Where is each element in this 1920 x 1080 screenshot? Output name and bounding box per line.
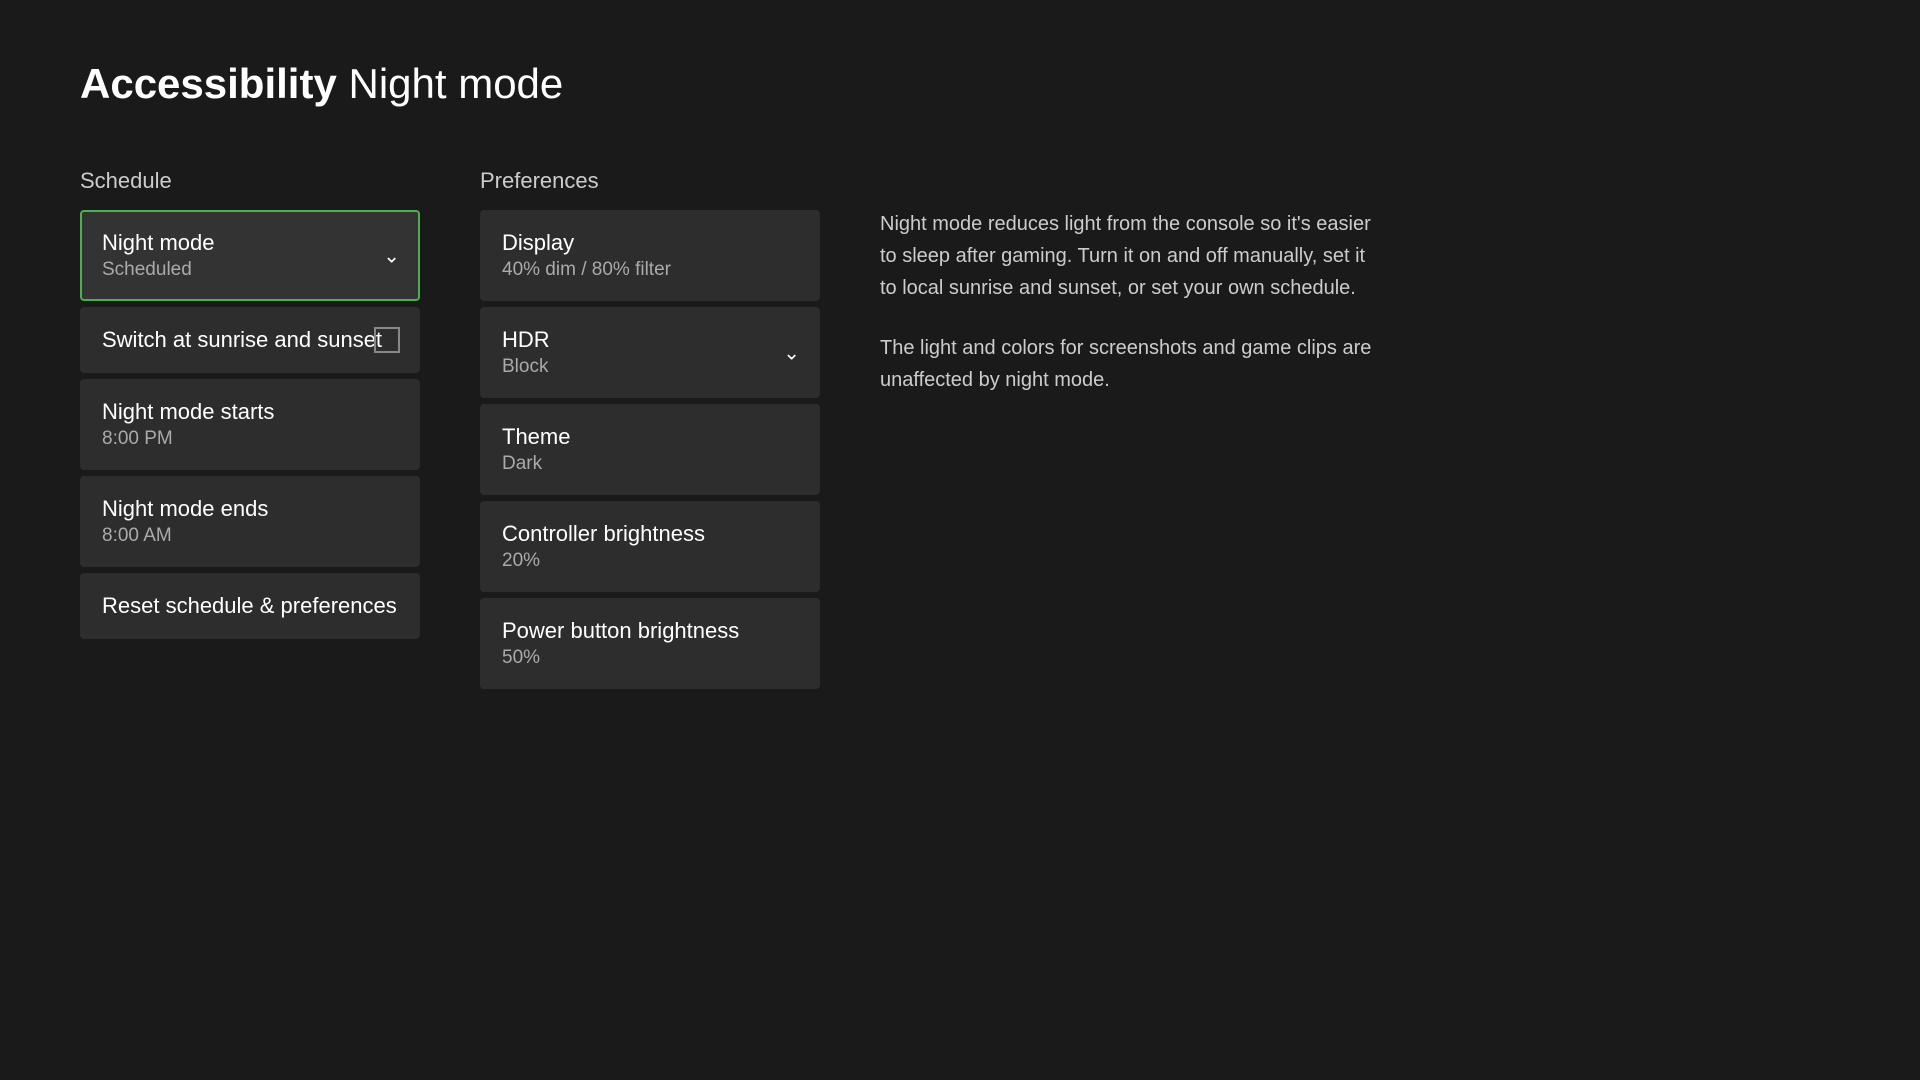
schedule-item-ends[interactable]: Night mode ends 8:00 AM bbox=[80, 476, 420, 567]
info-paragraph-1: Night mode reduces light from the consol… bbox=[880, 208, 1380, 304]
info-paragraph-2: The light and colors for screenshots and… bbox=[880, 332, 1380, 396]
theme-title: Theme bbox=[502, 424, 798, 450]
page-container: Accessibility Night mode Schedule Night … bbox=[0, 0, 1920, 1080]
night-mode-title: Night mode bbox=[102, 230, 398, 256]
sunrise-title: Switch at sunrise and sunset bbox=[102, 327, 382, 353]
content-area: Schedule Night mode Scheduled ⌄ Switch a… bbox=[80, 168, 1840, 695]
page-title-suffix: Night mode bbox=[348, 60, 563, 107]
schedule-item-night-mode[interactable]: Night mode Scheduled ⌄ bbox=[80, 210, 420, 301]
theme-subtitle: Dark bbox=[502, 453, 798, 475]
schedule-item-sunrise[interactable]: Switch at sunrise and sunset bbox=[80, 307, 420, 373]
schedule-column: Schedule Night mode Scheduled ⌄ Switch a… bbox=[80, 168, 420, 645]
hdr-chevron-icon: ⌄ bbox=[783, 340, 800, 365]
controller-brightness-subtitle: 20% bbox=[502, 550, 798, 572]
hdr-subtitle: Block bbox=[502, 356, 798, 378]
sunrise-checkbox[interactable] bbox=[374, 327, 400, 353]
preferences-item-theme[interactable]: Theme Dark bbox=[480, 404, 820, 495]
power-brightness-title: Power button brightness bbox=[502, 618, 798, 644]
schedule-header: Schedule bbox=[80, 168, 420, 194]
preferences-item-display[interactable]: Display 40% dim / 80% filter bbox=[480, 210, 820, 301]
starts-subtitle: 8:00 PM bbox=[102, 428, 398, 450]
power-brightness-subtitle: 50% bbox=[502, 647, 798, 669]
ends-title: Night mode ends bbox=[102, 496, 398, 522]
schedule-item-starts[interactable]: Night mode starts 8:00 PM bbox=[80, 379, 420, 470]
display-subtitle: 40% dim / 80% filter bbox=[502, 259, 798, 281]
preferences-item-power-brightness[interactable]: Power button brightness 50% bbox=[480, 598, 820, 689]
night-mode-subtitle: Scheduled bbox=[102, 259, 398, 281]
starts-title: Night mode starts bbox=[102, 399, 398, 425]
preferences-header: Preferences bbox=[480, 168, 820, 194]
preferences-column: Preferences Display 40% dim / 80% filter… bbox=[480, 168, 820, 695]
ends-subtitle: 8:00 AM bbox=[102, 525, 398, 547]
hdr-title: HDR bbox=[502, 327, 798, 353]
page-title: Accessibility Night mode bbox=[80, 60, 1840, 108]
schedule-item-reset[interactable]: Reset schedule & preferences bbox=[80, 573, 420, 639]
info-column: Night mode reduces light from the consol… bbox=[880, 168, 1380, 424]
preferences-item-controller-brightness[interactable]: Controller brightness 20% bbox=[480, 501, 820, 592]
night-mode-chevron-icon: ⌄ bbox=[383, 243, 400, 268]
page-title-bold: Accessibility bbox=[80, 60, 337, 107]
checkbox-box bbox=[374, 327, 400, 353]
preferences-item-hdr[interactable]: HDR Block ⌄ bbox=[480, 307, 820, 398]
controller-brightness-title: Controller brightness bbox=[502, 521, 798, 547]
display-title: Display bbox=[502, 230, 798, 256]
reset-title: Reset schedule & preferences bbox=[102, 593, 398, 619]
